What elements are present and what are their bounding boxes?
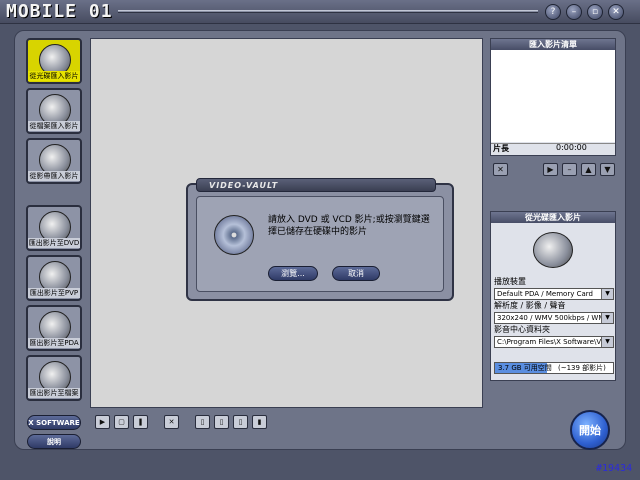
button-label: 匯出影片至PDA xyxy=(28,338,80,348)
delete-button[interactable]: ✕ xyxy=(164,415,179,429)
stop-button[interactable]: ▢ xyxy=(114,415,129,429)
remove-clip-button[interactable]: ✕ xyxy=(493,163,508,176)
x-software-button[interactable]: X SOFTWARE xyxy=(27,415,81,430)
chevron-down-icon: ▼ xyxy=(601,289,613,299)
watermark: #19434 xyxy=(596,463,633,474)
minimize-window-button[interactable]: – xyxy=(566,4,582,20)
view-size-2-button[interactable]: ▯ xyxy=(214,415,229,429)
view-size-4-button[interactable]: ▮ xyxy=(252,415,267,429)
close-window-button[interactable]: ✕ xyxy=(608,4,624,20)
export-file-button[interactable]: 匯出影片至檔案 xyxy=(26,355,82,401)
play-clip-button[interactable]: ▶ xyxy=(543,163,558,176)
chevron-down-icon: ▼ xyxy=(601,337,613,347)
help-button[interactable]: 說明 xyxy=(27,434,81,449)
quality-select[interactable]: 320x240 / WMV 500kbps / WMA ▼ xyxy=(494,312,614,324)
device-select[interactable]: Default PDA / Memory Card ▼ xyxy=(494,288,614,300)
button-label: 匯出影片至檔案 xyxy=(28,388,80,398)
import-file-button[interactable]: 從檔案匯入影片 xyxy=(26,88,82,134)
move-up-button[interactable]: ▲ xyxy=(581,163,596,176)
button-label: 從影帶匯入影片 xyxy=(28,171,80,181)
space-extra: (~139 部影片) xyxy=(558,364,606,372)
folder-select[interactable]: C:\Program Files\X Software\Video \ ▼ xyxy=(494,336,614,348)
import-disc-button[interactable]: 從光碟匯入影片 xyxy=(26,38,82,84)
button-label: 匯出影片至DVD xyxy=(28,238,80,248)
disc-camera-icon xyxy=(533,232,573,268)
device-value: Default PDA / Memory Card xyxy=(497,290,593,298)
minus-clip-button[interactable]: – xyxy=(562,163,577,176)
button-label: 匯出影片至PVP xyxy=(28,288,80,298)
dialog-message: 請放入 DVD 或 VCD 影片;或按瀏覽鍵選擇已儲存在硬碟中的影片 xyxy=(268,215,430,237)
play-button[interactable]: ▶ xyxy=(95,415,110,429)
dialog-title: VIDEO-VAULT xyxy=(196,178,436,192)
title-rail xyxy=(118,10,538,13)
browse-button[interactable]: 瀏覽... xyxy=(268,266,318,281)
export-dvd-button[interactable]: 匯出影片至DVD xyxy=(26,205,82,251)
button-label: 從檔案匯入影片 xyxy=(28,121,80,131)
start-button[interactable]: 開始 xyxy=(570,410,610,450)
import-list-title: 匯入影片清單 xyxy=(491,39,615,50)
quality-label: 解析度 / 影像 / 聲音 xyxy=(494,301,566,310)
chevron-down-icon: ▼ xyxy=(601,313,613,323)
app-logo: MOBILE 01 xyxy=(6,1,113,22)
length-label: 片長 xyxy=(493,144,509,153)
pause-button[interactable]: ❚ xyxy=(133,415,148,429)
button-label: 從光碟匯入影片 xyxy=(28,71,80,81)
length-row xyxy=(491,143,615,155)
cancel-button[interactable]: 取消 xyxy=(332,266,380,281)
view-size-1-button[interactable]: ▯ xyxy=(195,415,210,429)
import-list[interactable] xyxy=(491,50,615,142)
maximize-window-button[interactable]: ▫ xyxy=(587,4,603,20)
export-pda-button[interactable]: 匯出影片至PDA xyxy=(26,305,82,351)
space-meter: 3.7 GB 可用空間 (~139 部影片) xyxy=(494,362,614,374)
move-down-button[interactable]: ▼ xyxy=(600,163,615,176)
import-tape-button[interactable]: 從影帶匯入影片 xyxy=(26,138,82,184)
length-value: 0:00:00 xyxy=(556,143,587,152)
view-size-3-button[interactable]: ▯ xyxy=(233,415,248,429)
folder-value: C:\Program Files\X Software\Video \ xyxy=(497,338,614,346)
space-text: 3.7 GB 可用空間 xyxy=(498,364,552,372)
export-pvp-button[interactable]: 匯出影片至PVP xyxy=(26,255,82,301)
folder-label: 影音中心資料夾 xyxy=(494,325,550,334)
disc-icon xyxy=(214,215,254,255)
device-label: 播放裝置 xyxy=(494,277,526,286)
import-settings-title: 從光碟匯入影片 xyxy=(491,212,615,223)
help-window-button[interactable]: ? xyxy=(545,4,561,20)
quality-value: 320x240 / WMV 500kbps / WMA xyxy=(497,314,610,322)
